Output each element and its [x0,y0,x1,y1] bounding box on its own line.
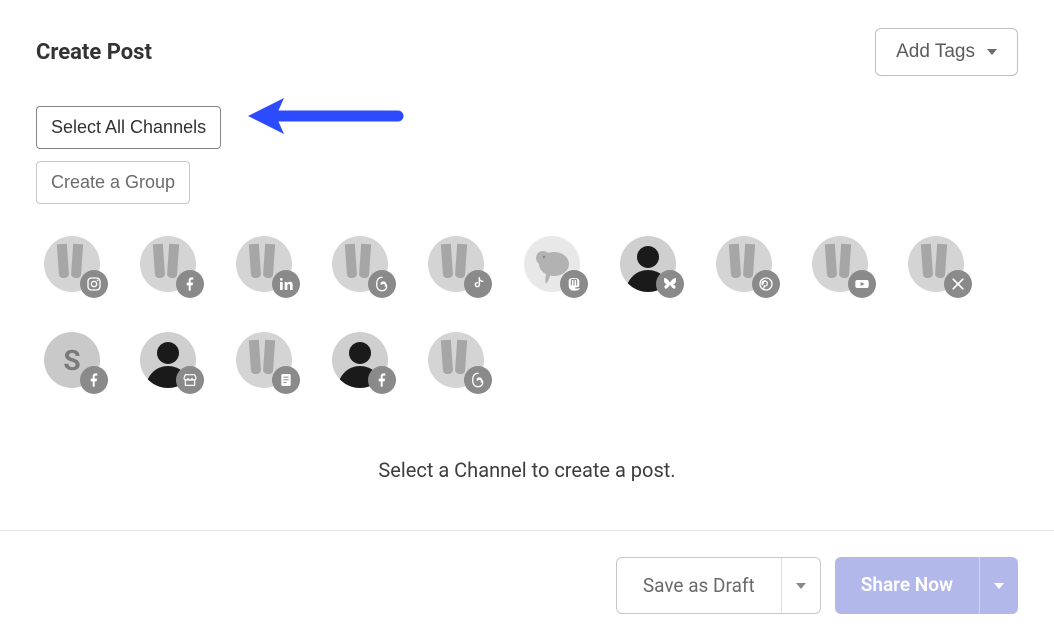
mastodon-icon [560,270,588,298]
channel-avatar-facebook[interactable] [140,236,196,292]
channel-avatar-threads[interactable] [428,332,484,388]
channel-avatar-facebook[interactable] [332,332,388,388]
channels-grid: S [0,216,1000,388]
footer-bar: Save as Draft Share Now [0,530,1054,632]
startpage-icon [272,366,300,394]
create-group-button[interactable]: Create a Group [36,161,190,204]
channel-avatar-bluesky[interactable] [620,236,676,292]
x-icon [944,270,972,298]
empty-state-prompt: Select a Channel to create a post. [0,388,1054,482]
threads-icon [368,270,396,298]
bluesky-icon [656,270,684,298]
chevron-down-icon [987,49,997,55]
channel-avatar-youtube[interactable] [812,236,868,292]
channel-avatar-threads[interactable] [332,236,388,292]
channel-avatar-linkedin[interactable] [236,236,292,292]
facebook-icon [176,270,204,298]
add-tags-label: Add Tags [896,41,975,63]
save-as-draft-split-button: Save as Draft [616,557,821,614]
select-all-channels-button[interactable]: Select All Channels [36,106,221,149]
share-now-dropdown[interactable] [979,557,1018,614]
channel-avatar-instagram[interactable] [44,236,100,292]
tiktok-icon [464,270,492,298]
channel-avatar-startpage[interactable] [236,332,292,388]
facebook-icon [368,366,396,394]
channel-avatar-mastodon[interactable] [524,236,580,292]
channel-avatar-x[interactable] [908,236,964,292]
channel-avatar-tiktok[interactable] [428,236,484,292]
facebook-icon [80,366,108,394]
save-as-draft-dropdown[interactable] [781,558,820,613]
save-as-draft-button[interactable]: Save as Draft [617,558,781,613]
google-business-icon [176,366,204,394]
chevron-down-icon [796,583,806,589]
linkedin-icon [272,270,300,298]
share-now-split-button: Share Now [835,557,1018,614]
page-title: Create Post [36,40,152,65]
add-tags-button[interactable]: Add Tags [875,28,1018,76]
youtube-icon [848,270,876,298]
share-now-button[interactable]: Share Now [835,557,979,614]
threads-icon [464,366,492,394]
instagram-icon [80,270,108,298]
channel-avatar-pinterest[interactable] [716,236,772,292]
chevron-down-icon [994,583,1004,589]
pinterest-icon [752,270,780,298]
channel-avatar-google-business[interactable] [140,332,196,388]
channel-avatar-facebook[interactable]: S [44,332,100,388]
